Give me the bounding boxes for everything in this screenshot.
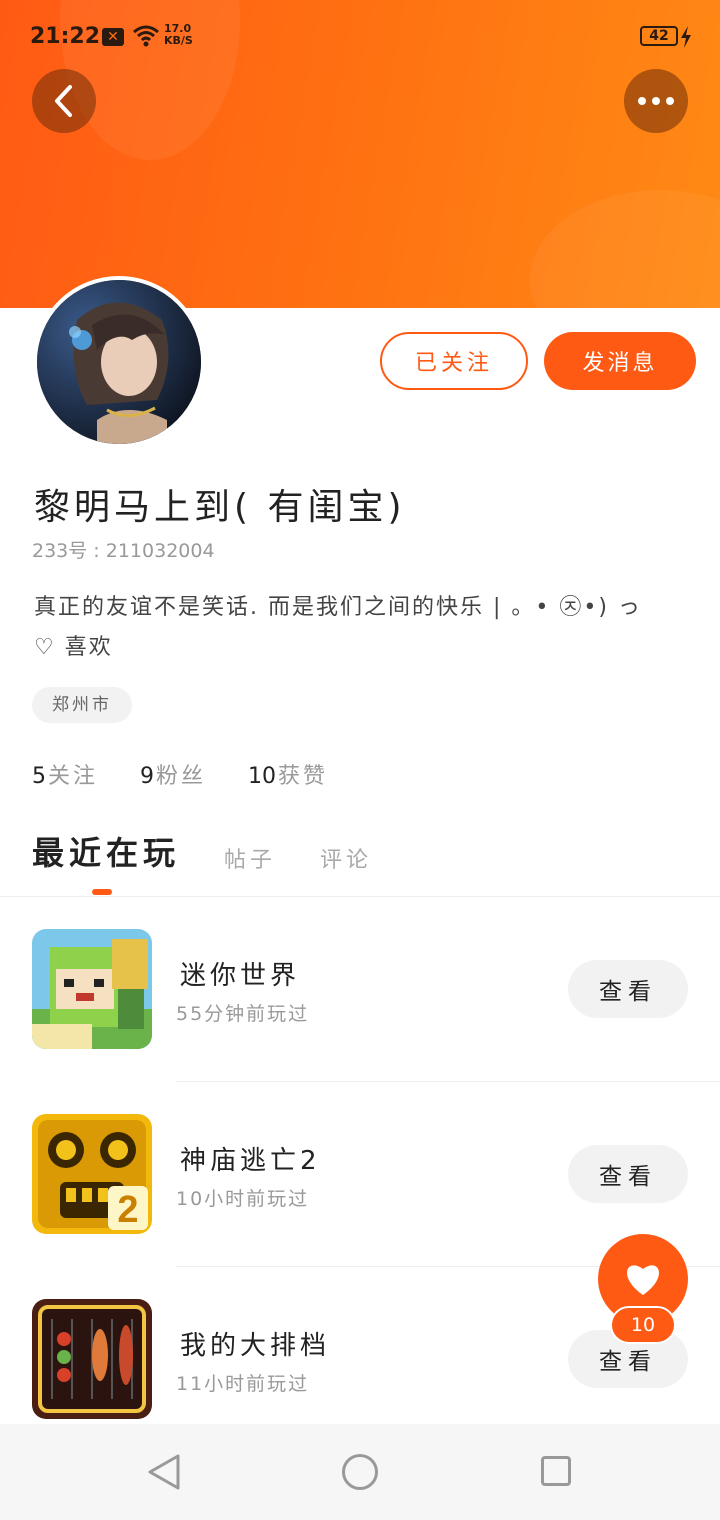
stat-fans-label: 粉丝 xyxy=(156,764,207,789)
wifi-icon xyxy=(132,24,160,52)
profile-stats: 5 关注 9 粉丝 10 获赞 xyxy=(32,758,370,790)
stat-fans[interactable]: 9 粉丝 xyxy=(140,758,206,790)
location-tag: 郑州市 xyxy=(32,687,132,723)
status-bar: 21:22 ✕ 17.0 KB/S 42 xyxy=(0,18,720,58)
game-played-time: 10小时前玩过 xyxy=(176,1188,310,1210)
notification-x-icon: ✕ xyxy=(102,28,124,46)
stat-likes[interactable]: 10 获赞 xyxy=(248,758,328,790)
food-stall-game-icon xyxy=(32,1299,152,1419)
stat-likes-label: 获赞 xyxy=(278,764,329,789)
send-message-button[interactable]: 发消息 xyxy=(544,332,696,390)
game-name: 我的大排档 xyxy=(180,1331,331,1361)
nav-recent-icon[interactable] xyxy=(541,1456,571,1486)
chevron-left-icon xyxy=(55,85,72,117)
stat-following[interactable]: 5 关注 xyxy=(32,758,98,790)
stat-following-value: 5 xyxy=(32,764,46,789)
network-speed: 17.0 KB/S xyxy=(164,23,193,47)
battery-icon: 42 xyxy=(640,26,678,46)
more-options-button[interactable] xyxy=(624,69,688,133)
back-button[interactable] xyxy=(32,69,96,133)
avatar-image xyxy=(37,280,201,444)
stat-following-label: 关注 xyxy=(48,764,99,789)
like-count-badge: 10 xyxy=(610,1306,676,1344)
system-navigation-bar xyxy=(0,1424,720,1520)
temple-run-2-game-icon: 2 xyxy=(32,1114,152,1234)
stat-fans-value: 9 xyxy=(140,764,155,789)
profile-uid: 233号 : 211032004 xyxy=(32,540,215,562)
game-played-time: 55分钟前玩过 xyxy=(176,1003,310,1025)
status-time: 21:22 xyxy=(30,24,101,49)
profile-tabs: 最近在玩 帖子 评论 xyxy=(32,828,416,878)
game-played-time: 11小时前玩过 xyxy=(176,1373,310,1395)
avatar[interactable] xyxy=(33,276,205,448)
game-name: 神庙逃亡2 xyxy=(180,1146,321,1176)
profile-nickname: 黎明马上到( 有闺宝) xyxy=(34,487,406,528)
list-item[interactable]: 2 神庙逃亡2 10小时前玩过 查看 xyxy=(0,1082,720,1267)
game-name: 迷你世界 xyxy=(180,961,301,991)
tab-recently-played[interactable]: 最近在玩 xyxy=(32,828,180,878)
nav-home-icon[interactable] xyxy=(342,1454,378,1490)
tab-comments[interactable]: 评论 xyxy=(320,842,372,878)
followed-button[interactable]: 已关注 xyxy=(380,332,528,390)
active-tab-indicator xyxy=(92,889,112,895)
list-item[interactable]: 迷你世界 55分钟前玩过 查看 xyxy=(0,897,720,1082)
view-game-button[interactable]: 查看 xyxy=(568,960,688,1018)
more-dots-icon xyxy=(638,97,674,105)
nav-back-icon[interactable] xyxy=(146,1452,182,1496)
speed-unit: KB/S xyxy=(164,34,193,47)
heart-icon xyxy=(627,1265,659,1295)
view-game-button[interactable]: 查看 xyxy=(568,1145,688,1203)
tab-posts[interactable]: 帖子 xyxy=(224,842,276,878)
svg-text:2: 2 xyxy=(117,1189,138,1231)
charging-bolt-icon xyxy=(680,26,692,52)
mini-world-game-icon xyxy=(32,929,152,1049)
stat-likes-value: 10 xyxy=(248,764,277,789)
profile-bio: 真正的友谊不是笑话. 而是我们之间的快乐 | 。• ㉨•) っ♡ 喜欢 xyxy=(34,595,642,660)
